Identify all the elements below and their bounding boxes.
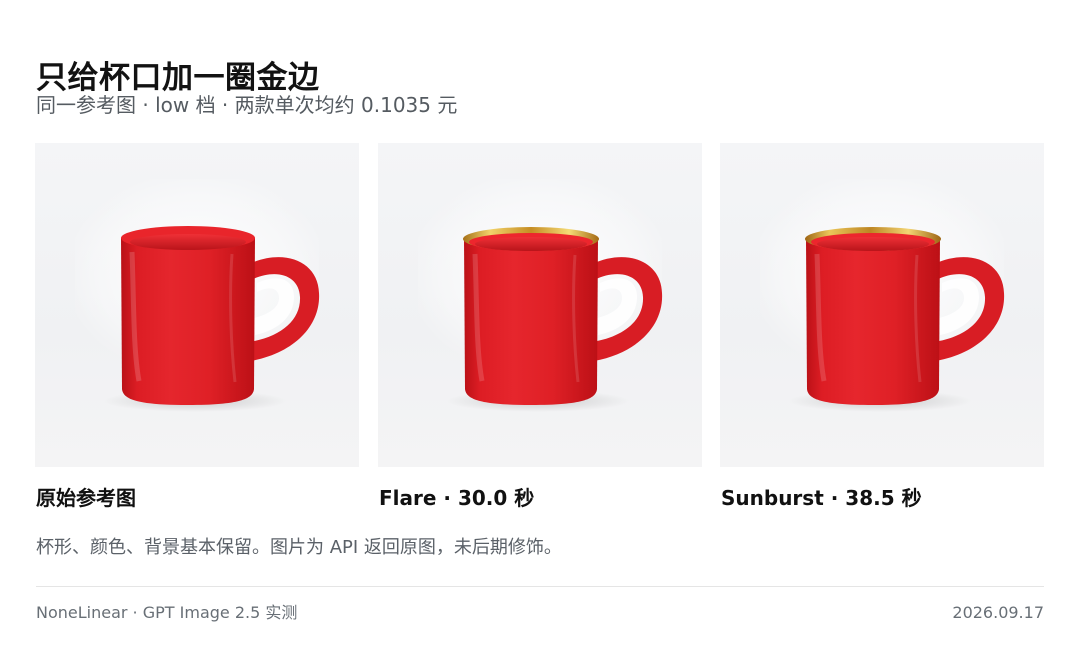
sunburst-card-caption: Sunburst · 38.5 秒 bbox=[721, 486, 922, 510]
original-mug-image bbox=[35, 143, 359, 467]
sunburst-result-card: Sunburst · 38.5 秒 bbox=[720, 143, 1044, 510]
gold-rim-mug-icon bbox=[788, 227, 1005, 412]
page-subtitle: 同一参考图 · low 档 · 两款单次均约 0.1035 元 bbox=[36, 93, 458, 117]
red-mug-icon bbox=[103, 226, 320, 412]
result-description: 杯形、颜色、背景基本保留。图片为 API 返回原图，未后期修饰。 bbox=[36, 537, 562, 558]
footer-source: NoneLinear · GPT Image 2.5 实测 bbox=[36, 603, 298, 622]
comparison-page: 只给杯口加一圈金边 同一参考图 · low 档 · 两款单次均约 0.1035 … bbox=[0, 0, 1080, 661]
original-card-caption: 原始参考图 bbox=[36, 486, 136, 510]
footer-divider bbox=[36, 586, 1044, 587]
footer-date: 2026.09.17 bbox=[952, 603, 1044, 622]
flare-mug-image bbox=[378, 143, 702, 467]
flare-card-caption: Flare · 30.0 秒 bbox=[379, 486, 535, 510]
flare-result-card: Flare · 30.0 秒 bbox=[378, 143, 702, 510]
gold-rim-mug-icon bbox=[446, 227, 663, 412]
sunburst-mug-image bbox=[720, 143, 1044, 467]
original-image-card: 原始参考图 bbox=[35, 143, 359, 510]
